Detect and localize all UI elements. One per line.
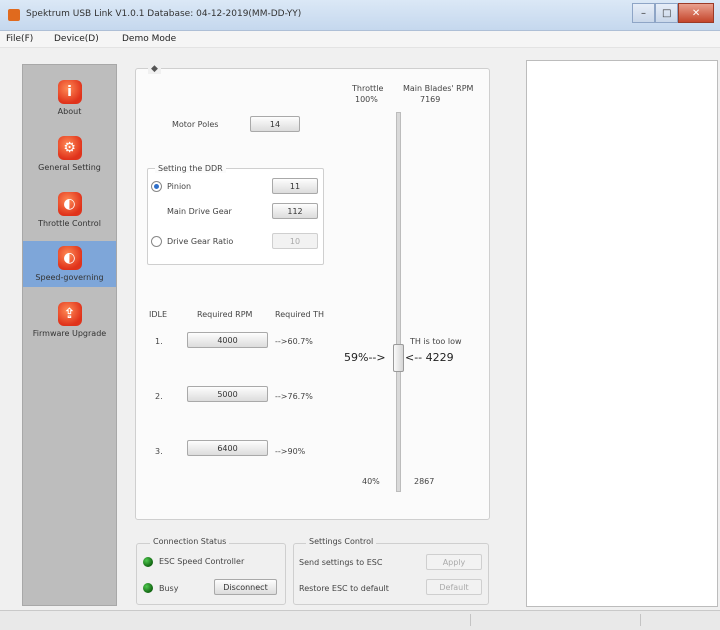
throttle-max-value: 100% xyxy=(355,95,378,104)
menu-bar: File(F) Device(D) Demo Mode xyxy=(0,31,720,48)
required-rpm-3-button[interactable]: 6400 xyxy=(187,440,268,456)
sidebar-item-label: Throttle Control xyxy=(38,219,101,228)
minimize-button[interactable]: – xyxy=(632,3,656,23)
sidebar-item-about[interactable]: i About xyxy=(23,75,116,121)
required-th-1: -->60.7% xyxy=(275,337,313,346)
max-rpm-value: 7169 xyxy=(420,95,441,104)
settings-control-legend: Settings Control xyxy=(306,537,377,546)
menu-demo-mode[interactable]: Demo Mode xyxy=(122,34,176,44)
dial-icon: ◐ xyxy=(57,192,82,216)
throttle-min-value: 40% xyxy=(362,477,380,486)
dial-icon: ◐ xyxy=(57,246,82,270)
apply-button[interactable]: Apply xyxy=(426,554,482,570)
status-led-icon xyxy=(143,557,153,567)
throttle-label: Throttle xyxy=(352,84,384,93)
send-settings-label: Send settings to ESC xyxy=(299,558,383,567)
window-controls: – □ ✕ xyxy=(632,3,714,23)
th-too-low-warning: TH is too low xyxy=(410,337,462,346)
default-button[interactable]: Default xyxy=(426,579,482,595)
required-th-header: Required TH xyxy=(275,310,325,319)
drive-gear-ratio-radio[interactable] xyxy=(151,236,162,247)
pinion-button[interactable]: 11 xyxy=(272,178,318,194)
connection-status-legend: Connection Status xyxy=(150,537,230,546)
row-number: 1. xyxy=(155,337,163,346)
connection-status-group xyxy=(136,543,286,605)
current-rpm: <-- 4229 xyxy=(405,351,454,364)
status-led-icon xyxy=(143,583,153,593)
sidebar-item-label: About xyxy=(57,107,82,116)
upgrade-icon: ⇪ xyxy=(57,302,82,326)
sidebar-item-firmware-upgrade[interactable]: ⇪ Firmware Upgrade xyxy=(23,297,116,343)
maximize-button[interactable]: □ xyxy=(655,3,679,23)
info-icon: i xyxy=(57,80,82,104)
row-number: 2. xyxy=(155,392,163,401)
sidebar-item-throttle-control[interactable]: ◐ Throttle Control xyxy=(23,187,116,233)
required-rpm-1-button[interactable]: 4000 xyxy=(187,332,268,348)
status-divider xyxy=(640,614,641,626)
busy-label: Busy xyxy=(159,584,179,593)
main-blades-rpm-label: Main Blades' RPM xyxy=(403,84,474,93)
ddr-legend: Setting the DDR xyxy=(155,164,226,173)
required-th-3: -->90% xyxy=(275,447,306,456)
current-throttle: 59%--> xyxy=(344,351,386,364)
motor-poles-button[interactable]: 14 xyxy=(250,116,300,132)
throttle-slider-thumb[interactable] xyxy=(393,344,404,372)
sidebar-item-label: Speed-governing xyxy=(35,273,104,282)
close-button[interactable]: ✕ xyxy=(678,3,714,23)
required-th-2: -->76.7% xyxy=(275,392,313,401)
pinion-radio[interactable] xyxy=(151,181,162,192)
min-rpm-value: 2867 xyxy=(414,477,435,486)
menu-device[interactable]: Device(D) xyxy=(54,34,99,44)
info-panel xyxy=(526,60,718,607)
panel-legend: ◆ xyxy=(148,64,161,74)
window-title: Spektrum USB Link V1.0.1 Database: 04-12… xyxy=(26,9,302,19)
settings-control-group xyxy=(293,543,489,605)
main-drive-gear-button[interactable]: 112 xyxy=(272,203,318,219)
drive-gear-ratio-button[interactable]: 10 xyxy=(272,233,318,249)
app-icon xyxy=(8,9,20,21)
sidebar: i About ⚙ General Setting ◐ Throttle Con… xyxy=(22,64,117,606)
main-drive-gear-label: Main Drive Gear xyxy=(167,207,232,216)
sidebar-item-label: Firmware Upgrade xyxy=(32,329,107,338)
status-bar xyxy=(0,610,720,630)
esc-speed-controller-label: ESC Speed Controller xyxy=(159,557,245,566)
restore-default-label: Restore ESC to default xyxy=(299,584,389,593)
throttle-slider-track[interactable] xyxy=(396,112,401,492)
idle-header: IDLE xyxy=(149,310,168,319)
wrench-icon: ⚙ xyxy=(57,136,82,160)
motor-poles-label: Motor Poles xyxy=(172,120,219,129)
menu-file[interactable]: File(F) xyxy=(6,34,33,44)
sidebar-item-speed-governing[interactable]: ◐ Speed-governing xyxy=(23,241,116,287)
row-number: 3. xyxy=(155,447,163,456)
required-rpm-header: Required RPM xyxy=(197,310,253,319)
disconnect-button[interactable]: Disconnect xyxy=(214,579,277,595)
pinion-label: Pinion xyxy=(167,182,192,191)
required-rpm-2-button[interactable]: 5000 xyxy=(187,386,268,402)
title-bar: Spektrum USB Link V1.0.1 Database: 04-12… xyxy=(0,0,720,31)
status-divider xyxy=(470,614,471,626)
sidebar-item-general-setting[interactable]: ⚙ General Setting xyxy=(23,131,116,177)
drive-gear-ratio-label: Drive Gear Ratio xyxy=(167,237,234,246)
sidebar-item-label: General Setting xyxy=(38,163,101,172)
